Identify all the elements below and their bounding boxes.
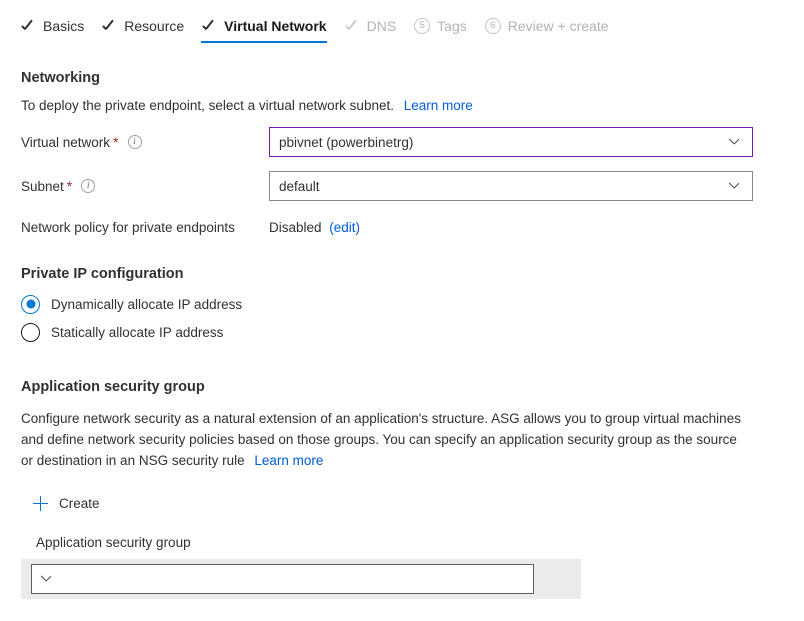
tab-dns-label: DNS xyxy=(366,18,397,34)
check-icon xyxy=(345,19,360,34)
asg-paragraph-block: Configure network security as a natural … xyxy=(21,408,746,471)
radio-statically-allocate[interactable]: Statically allocate IP address xyxy=(21,319,804,345)
private-ip-heading: Private IP configuration xyxy=(21,266,184,282)
asg-heading: Application security group xyxy=(21,379,205,395)
step-number-circle: 6 xyxy=(484,18,501,34)
radio-statically-allocate-label: Statically allocate IP address xyxy=(51,324,224,340)
subnet-row: Subnet * i default xyxy=(21,171,804,201)
asg-dropdown[interactable] xyxy=(31,564,534,594)
tab-review-create-label: Review + create xyxy=(507,18,609,34)
network-policy-edit-link[interactable]: (edit) xyxy=(329,220,360,235)
page-content: Networking To deploy the private endpoin… xyxy=(0,52,804,599)
tab-resource-label: Resource xyxy=(124,18,185,34)
tab-dns[interactable]: DNS xyxy=(338,18,408,43)
radio-dynamically-allocate[interactable]: Dynamically allocate IP address xyxy=(21,291,804,317)
network-policy-row: Network policy for private endpoints Dis… xyxy=(21,220,804,235)
wizard-tab-strip: Basics Resource Virtual Network DNS 5 Ta… xyxy=(0,0,804,52)
radio-unselected-icon xyxy=(21,322,40,342)
chevron-down-icon xyxy=(729,137,740,148)
networking-learn-more-link[interactable]: Learn more xyxy=(404,98,473,113)
virtual-network-dropdown[interactable]: pbivnet (powerbinetrg) xyxy=(269,127,753,157)
tab-resource[interactable]: Resource xyxy=(95,18,195,43)
create-asg-button[interactable]: Create xyxy=(33,496,100,511)
subnet-label: Subnet xyxy=(21,178,64,194)
tab-virtual-network-label: Virtual Network xyxy=(224,18,327,34)
info-icon[interactable]: i xyxy=(127,135,142,149)
network-policy-value-group: Disabled (edit) xyxy=(269,220,360,235)
network-policy-value: Disabled xyxy=(269,220,322,235)
info-icon[interactable]: i xyxy=(81,179,96,193)
tab-review-create[interactable]: 6 Review + create xyxy=(478,18,620,43)
check-icon xyxy=(21,19,36,34)
required-asterisk: * xyxy=(66,178,73,194)
tab-virtual-network[interactable]: Virtual Network xyxy=(195,18,337,43)
virtual-network-label-group: Virtual network * i xyxy=(21,134,269,150)
tab-basics-label: Basics xyxy=(43,18,85,34)
chevron-down-icon xyxy=(41,574,52,585)
virtual-network-row: Virtual network * i pbivnet (powerbinetr… xyxy=(21,127,804,157)
tab-basics[interactable]: Basics xyxy=(14,18,95,43)
create-asg-button-label: Create xyxy=(59,496,100,511)
check-icon xyxy=(202,19,217,34)
tab-tags-label: Tags xyxy=(437,18,467,34)
asg-learn-more-link[interactable]: Learn more xyxy=(254,453,323,468)
network-policy-label: Network policy for private endpoints xyxy=(21,220,235,235)
asg-paragraph: Configure network security as a natural … xyxy=(21,411,741,468)
networking-description-row: To deploy the private endpoint, select a… xyxy=(21,98,804,113)
check-icon xyxy=(102,19,117,34)
asg-field-label: Application security group xyxy=(36,535,191,550)
required-asterisk: * xyxy=(113,134,119,150)
plus-icon xyxy=(33,496,48,511)
radio-dynamically-allocate-label: Dynamically allocate IP address xyxy=(51,296,243,312)
radio-selected-icon xyxy=(21,294,40,314)
networking-heading: Networking xyxy=(21,70,100,86)
asg-field-band xyxy=(21,559,581,599)
chevron-down-icon xyxy=(729,181,740,192)
subnet-value: default xyxy=(279,178,320,194)
subnet-dropdown[interactable]: default xyxy=(269,171,753,201)
tab-tags[interactable]: 5 Tags xyxy=(407,18,478,43)
networking-description: To deploy the private endpoint, select a… xyxy=(21,98,394,113)
subnet-label-group: Subnet * i xyxy=(21,178,269,194)
virtual-network-value: pbivnet (powerbinetrg) xyxy=(279,134,414,150)
private-ip-radio-group: Dynamically allocate IP address Statical… xyxy=(21,291,804,345)
virtual-network-label: Virtual network xyxy=(21,134,111,150)
step-number-circle: 5 xyxy=(414,18,431,34)
